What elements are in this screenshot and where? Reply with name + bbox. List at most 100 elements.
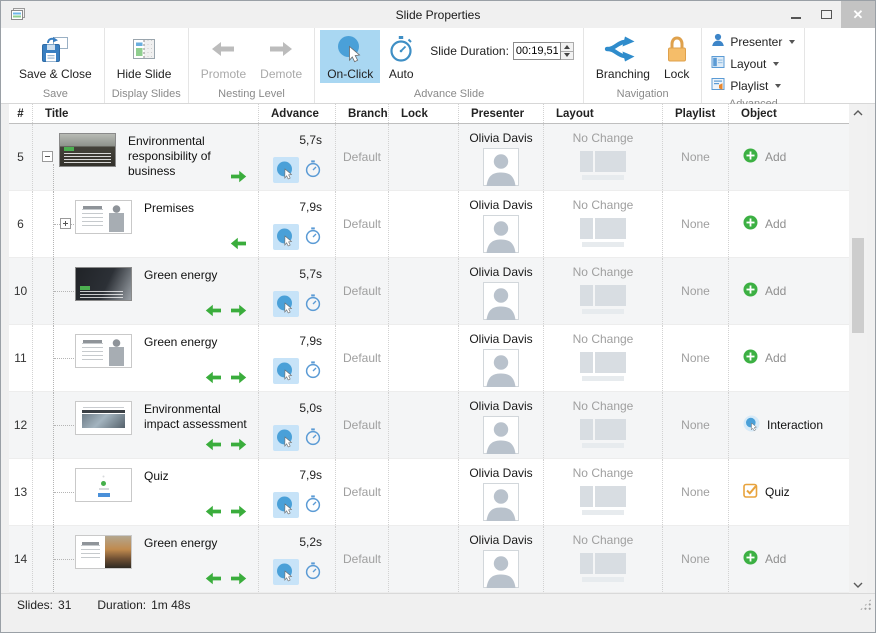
layout-cell[interactable]: No Change bbox=[544, 459, 663, 525]
presenter-cell[interactable]: Olivia Davis bbox=[459, 191, 544, 257]
promote-button[interactable]: Promote bbox=[194, 30, 253, 83]
vertical-scrollbar[interactable] bbox=[849, 104, 867, 593]
scrollbar-track[interactable] bbox=[849, 121, 867, 576]
on-click-button[interactable]: On-Click bbox=[320, 30, 380, 83]
duration-spinner[interactable] bbox=[561, 42, 574, 60]
minimize-button[interactable] bbox=[781, 1, 811, 28]
auto-advance-toggle[interactable] bbox=[304, 294, 322, 315]
advance-cell[interactable]: 5,2s bbox=[259, 526, 336, 592]
branching-cell[interactable]: Default bbox=[336, 258, 389, 324]
branching-cell[interactable]: Default bbox=[336, 392, 389, 458]
interaction-icon[interactable] bbox=[743, 415, 760, 435]
object-cell[interactable]: Add bbox=[729, 325, 849, 391]
playlist-cell[interactable]: None bbox=[663, 325, 729, 391]
branching-cell[interactable]: Default bbox=[336, 124, 389, 190]
lock-cell[interactable] bbox=[389, 526, 459, 592]
lock-cell[interactable] bbox=[389, 459, 459, 525]
titlebar[interactable]: Slide Properties ✕ bbox=[1, 1, 875, 28]
playlist-cell[interactable]: None bbox=[663, 124, 729, 190]
branching-cell[interactable]: Default bbox=[336, 526, 389, 592]
slide-thumbnail[interactable] bbox=[75, 535, 132, 569]
lock-cell[interactable] bbox=[389, 392, 459, 458]
on-click-toggle[interactable] bbox=[273, 291, 299, 317]
slide-thumbnail[interactable] bbox=[59, 133, 116, 167]
auto-advance-toggle[interactable] bbox=[304, 160, 322, 181]
presenter-cell[interactable]: Olivia Davis bbox=[459, 526, 544, 592]
auto-advance-toggle[interactable] bbox=[304, 227, 322, 248]
on-click-toggle[interactable] bbox=[273, 224, 299, 250]
spinner-down-button[interactable] bbox=[561, 51, 573, 60]
layout-cell[interactable]: No Change bbox=[544, 124, 663, 190]
playlist-cell[interactable]: None bbox=[663, 258, 729, 324]
on-click-toggle[interactable] bbox=[273, 425, 299, 451]
on-click-toggle[interactable] bbox=[273, 358, 299, 384]
presenter-cell[interactable]: Olivia Davis bbox=[459, 325, 544, 391]
playlist-cell[interactable]: None bbox=[663, 459, 729, 525]
demote-button[interactable]: Demote bbox=[253, 30, 309, 83]
presenter-cell[interactable]: Olivia Davis bbox=[459, 392, 544, 458]
slide-title-cell[interactable]: Environmental responsibility of business bbox=[33, 124, 259, 190]
auto-advance-toggle[interactable] bbox=[304, 495, 322, 516]
branching-cell[interactable]: Default bbox=[336, 459, 389, 525]
on-click-toggle[interactable] bbox=[273, 492, 299, 518]
advance-cell[interactable]: 7,9s bbox=[259, 325, 336, 391]
table-row[interactable]: 13 Quiz 7,9s bbox=[9, 459, 849, 526]
table-row[interactable]: 11 Green energy 7,9s bbox=[9, 325, 849, 392]
auto-advance-toggle[interactable] bbox=[304, 361, 322, 382]
object-cell[interactable]: Add bbox=[729, 258, 849, 324]
playlist-cell[interactable]: None bbox=[663, 392, 729, 458]
add-object-icon[interactable] bbox=[743, 215, 758, 233]
layout-cell[interactable]: No Change bbox=[544, 325, 663, 391]
save-close-button[interactable]: Save & Close bbox=[12, 30, 99, 83]
lock-cell[interactable] bbox=[389, 325, 459, 391]
auto-advance-toggle[interactable] bbox=[304, 562, 322, 583]
close-button[interactable]: ✕ bbox=[841, 1, 875, 28]
quiz-icon[interactable] bbox=[743, 483, 758, 501]
slide-title-cell[interactable]: Green energy bbox=[33, 258, 259, 324]
auto-button[interactable]: Auto bbox=[380, 30, 422, 83]
slide-title-cell[interactable]: Quiz bbox=[33, 459, 259, 525]
slide-thumbnail[interactable] bbox=[75, 468, 132, 502]
layout-cell[interactable]: No Change bbox=[544, 392, 663, 458]
auto-advance-toggle[interactable] bbox=[304, 428, 322, 449]
object-cell[interactable]: Add bbox=[729, 191, 849, 257]
advance-cell[interactable]: 7,9s bbox=[259, 459, 336, 525]
scroll-down-icon[interactable] bbox=[849, 576, 867, 593]
slide-thumbnail[interactable] bbox=[75, 334, 132, 368]
advance-cell[interactable]: 7,9s bbox=[259, 191, 336, 257]
lock-cell[interactable] bbox=[389, 191, 459, 257]
table-row[interactable]: 12 Environmental impact assessment 5,0s bbox=[9, 392, 849, 459]
slide-thumbnail[interactable] bbox=[75, 200, 132, 234]
advance-cell[interactable]: 5,7s bbox=[259, 258, 336, 324]
on-click-toggle[interactable] bbox=[273, 157, 299, 183]
playlist-cell[interactable]: None bbox=[663, 191, 729, 257]
playlist-menu-button[interactable]: Playlist bbox=[711, 77, 781, 94]
slide-title-cell[interactable]: Premises bbox=[33, 191, 259, 257]
layout-cell[interactable]: No Change bbox=[544, 258, 663, 324]
on-click-toggle[interactable] bbox=[273, 559, 299, 585]
object-cell[interactable]: Add bbox=[729, 124, 849, 190]
slide-thumbnail[interactable] bbox=[75, 267, 132, 301]
layout-cell[interactable]: No Change bbox=[544, 191, 663, 257]
table-row[interactable]: 10 Green energy 5,7s bbox=[9, 258, 849, 325]
scroll-up-icon[interactable] bbox=[849, 104, 867, 121]
object-cell[interactable]: Quiz bbox=[729, 459, 849, 525]
slide-title-cell[interactable]: Environmental impact assessment bbox=[33, 392, 259, 458]
add-object-icon[interactable] bbox=[743, 349, 758, 367]
layout-cell[interactable]: No Change bbox=[544, 526, 663, 592]
spinner-up-button[interactable] bbox=[561, 43, 573, 51]
object-cell[interactable]: Add bbox=[729, 526, 849, 592]
advance-cell[interactable]: 5,7s bbox=[259, 124, 336, 190]
branching-button[interactable]: Branching bbox=[589, 30, 657, 83]
presenter-cell[interactable]: Olivia Davis bbox=[459, 459, 544, 525]
table-row[interactable]: 6 Premises 7,9s bbox=[9, 191, 849, 258]
expand-toggle[interactable] bbox=[60, 218, 71, 229]
lock-cell[interactable] bbox=[389, 258, 459, 324]
hide-slide-button[interactable]: Hide Slide bbox=[110, 30, 179, 83]
presenter-cell[interactable]: Olivia Davis bbox=[459, 124, 544, 190]
slide-thumbnail[interactable] bbox=[75, 401, 132, 435]
maximize-button[interactable] bbox=[811, 1, 841, 28]
add-object-icon[interactable] bbox=[743, 282, 758, 300]
table-row[interactable]: 14 Green energy 5,2s bbox=[9, 526, 849, 593]
slide-title-cell[interactable]: Green energy bbox=[33, 526, 259, 592]
